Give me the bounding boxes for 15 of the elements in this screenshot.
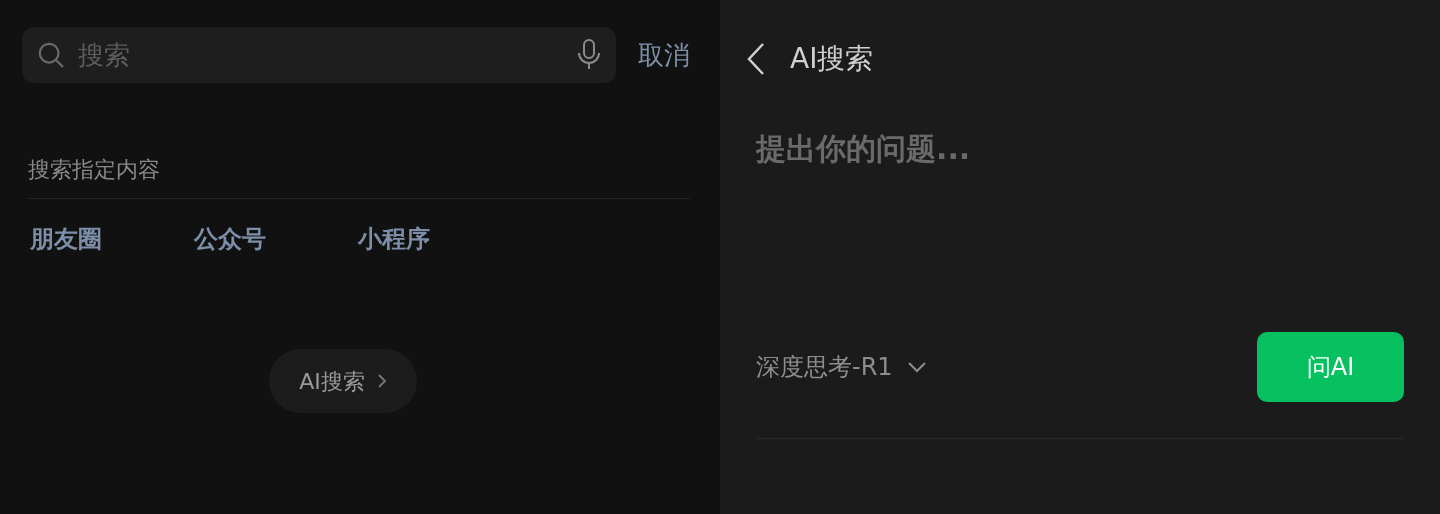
- search-icon: [36, 40, 66, 70]
- model-dropdown[interactable]: 深度思考-R1: [756, 349, 927, 385]
- cancel-button[interactable]: 取消: [638, 35, 690, 75]
- microphone-icon[interactable]: [576, 38, 602, 72]
- search-input[interactable]: 搜索: [78, 35, 564, 75]
- chevron-down-icon: [906, 361, 927, 373]
- ai-search-button[interactable]: AI搜索: [269, 349, 417, 413]
- chevron-right-icon: [376, 373, 387, 389]
- page-title: AI搜索: [790, 41, 874, 77]
- filter-link[interactable]: 公众号: [194, 221, 266, 257]
- section-title: 搜索指定内容: [28, 157, 160, 182]
- back-icon[interactable]: [746, 42, 766, 76]
- filter-link[interactable]: 朋友圈: [30, 221, 102, 257]
- search-field[interactable]: 搜索: [22, 27, 616, 83]
- filter-link[interactable]: 小程序: [358, 221, 430, 257]
